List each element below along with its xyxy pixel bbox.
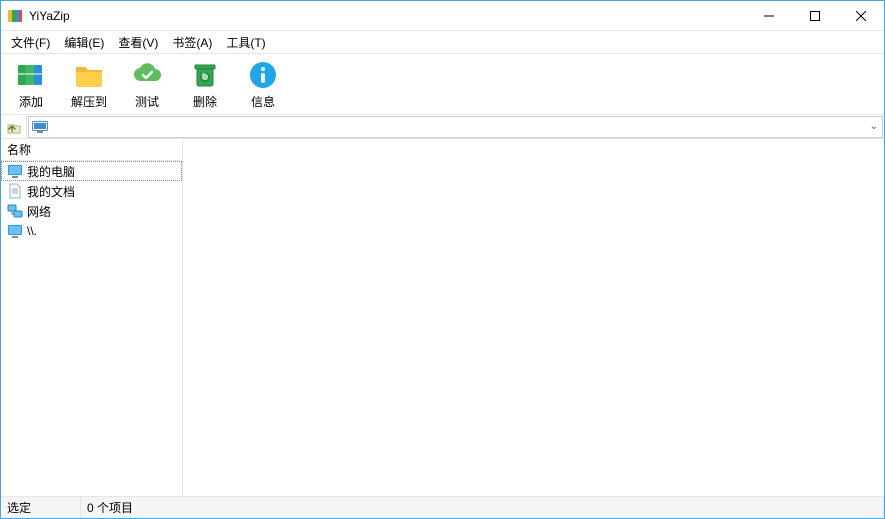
list-panel: 名称 我的电脑 我的文档 bbox=[1, 139, 183, 496]
up-button[interactable] bbox=[1, 115, 27, 139]
status-count: 0 个项目 bbox=[81, 497, 884, 518]
menubar: 文件(F) 编辑(E) 查看(V) 书签(A) 工具(T) bbox=[1, 31, 884, 53]
list-item-label: 我的电脑 bbox=[27, 163, 75, 180]
delete-button[interactable]: 删除 bbox=[181, 56, 229, 112]
monitor-icon bbox=[7, 163, 23, 179]
pathbar: ⌄ bbox=[1, 115, 884, 139]
test-label: 测试 bbox=[135, 93, 159, 110]
info-label: 信息 bbox=[251, 93, 275, 110]
path-input[interactable]: ⌄ bbox=[28, 116, 883, 138]
delete-label: 删除 bbox=[193, 93, 217, 110]
maximize-button[interactable] bbox=[792, 1, 838, 31]
titlebar: YiYaZip bbox=[1, 1, 884, 31]
minimize-button[interactable] bbox=[746, 1, 792, 31]
menu-view[interactable]: 查看(V) bbox=[112, 32, 164, 53]
document-icon bbox=[7, 183, 23, 199]
info-button[interactable]: 信息 bbox=[239, 56, 287, 112]
info-icon bbox=[247, 59, 279, 91]
menu-tools[interactable]: 工具(T) bbox=[220, 32, 271, 53]
add-button[interactable]: 添加 bbox=[7, 56, 55, 112]
content-area: 名称 我的电脑 我的文档 bbox=[1, 139, 884, 496]
list-item-label: 网络 bbox=[27, 203, 51, 220]
app-icon bbox=[7, 8, 23, 24]
extract-label: 解压到 bbox=[71, 93, 107, 110]
list-item[interactable]: \\. bbox=[1, 221, 182, 241]
list-item-label: 我的文档 bbox=[27, 183, 75, 200]
list-item[interactable]: 网络 bbox=[1, 201, 182, 221]
column-header-name[interactable]: 名称 bbox=[1, 139, 182, 161]
status-selected-label: 选定 bbox=[1, 497, 81, 518]
close-button[interactable] bbox=[838, 1, 884, 31]
app-title: YiYaZip bbox=[29, 9, 70, 23]
test-button[interactable]: 测试 bbox=[123, 56, 171, 112]
chevron-down-icon[interactable]: ⌄ bbox=[870, 121, 878, 132]
list-item-label: \\. bbox=[27, 224, 37, 238]
folder-icon bbox=[73, 59, 105, 91]
cloud-check-icon bbox=[131, 59, 163, 91]
list-body: 我的电脑 我的文档 网络 bbox=[1, 161, 182, 496]
toolbar: 添加 解压到 测试 删除 信息 bbox=[1, 53, 884, 115]
menu-file[interactable]: 文件(F) bbox=[5, 32, 56, 53]
trash-icon bbox=[189, 59, 221, 91]
books-icon bbox=[15, 59, 47, 91]
add-label: 添加 bbox=[19, 93, 43, 110]
main-area[interactable] bbox=[183, 139, 884, 496]
list-item[interactable]: 我的电脑 bbox=[1, 161, 182, 181]
network-icon bbox=[7, 203, 23, 219]
menu-bookmark[interactable]: 书签(A) bbox=[166, 32, 218, 53]
statusbar: 选定 0 个项目 bbox=[1, 496, 884, 518]
menu-edit[interactable]: 编辑(E) bbox=[58, 32, 110, 53]
extract-button[interactable]: 解压到 bbox=[65, 56, 113, 112]
list-item[interactable]: 我的文档 bbox=[1, 181, 182, 201]
monitor-icon bbox=[7, 223, 23, 239]
computer-small-icon bbox=[32, 121, 48, 133]
app-window: YiYaZip 文件(F) 编辑(E) 查看(V) 书签(A) 工具(T) 添加… bbox=[0, 0, 885, 519]
